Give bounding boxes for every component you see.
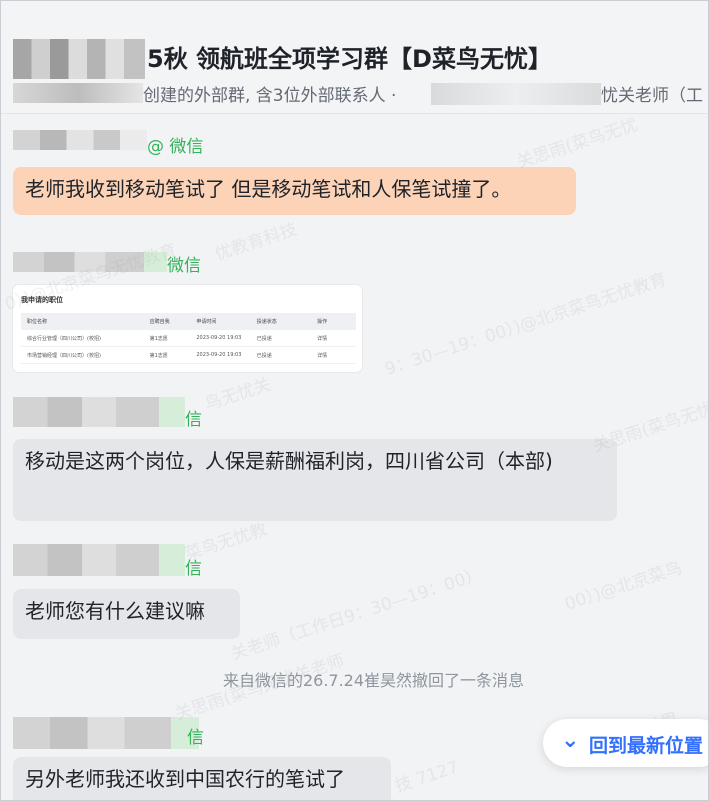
double-chevron-down-icon: ⌄ bbox=[561, 728, 580, 753]
column-header: 申请时间 bbox=[196, 318, 217, 325]
table-cell: 第1志愿 bbox=[149, 352, 168, 359]
sender-name-blurred bbox=[13, 252, 167, 272]
table-cell: 综合行业管理（四川公司）(校招) bbox=[27, 335, 101, 342]
chat-window: 5秋 领航班全项学习群【D菜鸟无忧】 创建的外部群, 含3位外部联系人 · 忧关… bbox=[0, 0, 709, 801]
table-cell: 市场营销经理（四川公司）(校招) bbox=[27, 352, 101, 359]
table-row: 综合行业管理（四川公司）(校招) 第1志愿 2023-09-20 19:03 已… bbox=[21, 330, 356, 347]
message-bubble[interactable]: 移动是这两个岗位，人保是薪酬福利岗，四川省公司（本部) bbox=[13, 439, 617, 521]
column-header: 应聘自我 bbox=[149, 318, 170, 325]
column-header: 操作 bbox=[317, 318, 328, 325]
application-table: 职位名称 应聘自我 申请时间 投递状态 操作 综合行业管理（四川公司）(校招) … bbox=[21, 313, 356, 364]
message-bubble[interactable]: 老师我收到移动笔试了 但是移动笔试和人保笔试撞了。 bbox=[13, 167, 576, 215]
column-header: 投递状态 bbox=[256, 318, 277, 325]
watermark-text: 技 7127 bbox=[392, 757, 462, 797]
message-bubble[interactable]: 另外老师我还收到中国农行的笔试了 bbox=[13, 757, 391, 800]
table-cell: 已投递 bbox=[256, 335, 272, 342]
sender-name-blurred bbox=[13, 544, 185, 576]
back-to-latest-button[interactable]: ⌄ 回到最新位置 bbox=[543, 719, 708, 767]
table-cell: 第1志愿 bbox=[149, 335, 168, 342]
recall-notice: 来自微信的26.7.24崔昊然撤回了一条消息 bbox=[222, 671, 525, 690]
column-header: 职位名称 bbox=[27, 318, 48, 325]
watermark-text: 优教育科技 bbox=[212, 219, 300, 265]
watermark-text: 鸟无忧关 bbox=[202, 374, 274, 415]
sender-name-blurred bbox=[13, 130, 147, 150]
sender-source-tag: 信 bbox=[185, 559, 202, 579]
table-cell: 2023-09-20 19:03 bbox=[196, 335, 242, 341]
chat-header: 5秋 领航班全项学习群【D菜鸟无忧】 创建的外部群, 含3位外部联系人 · 忧关… bbox=[1, 1, 708, 114]
sender-name-blurred bbox=[13, 397, 185, 427]
sender-source-tag: 信 bbox=[185, 410, 202, 430]
table-cell: 详情 bbox=[317, 335, 328, 342]
sender-name-blurred bbox=[13, 717, 199, 749]
table-cell: 详情 bbox=[317, 352, 328, 359]
group-title[interactable]: 5秋 领航班全项学习群【D菜鸟无忧】 bbox=[147, 39, 552, 74]
card-title: 我申请的职位 bbox=[21, 296, 63, 304]
table-cell: 2023-09-20 19:03 bbox=[196, 352, 242, 358]
back-to-latest-label: 回到最新位置 bbox=[589, 735, 704, 757]
table-header-row: 职位名称 应聘自我 申请时间 投递状态 操作 bbox=[21, 313, 356, 330]
group-avatar-blurred bbox=[13, 39, 145, 79]
watermark-text: 9：30—19：00）)@北京菜鸟无忧教育 bbox=[382, 269, 670, 380]
sender-source-tag: 信 bbox=[187, 728, 204, 748]
message-bubble[interactable]: 老师您有什么建议嘛 bbox=[13, 589, 240, 639]
image-message-card[interactable]: 我申请的职位 职位名称 应聘自我 申请时间 投递状态 操作 综合行业管理（四川公… bbox=[13, 285, 362, 372]
table-cell: 已投递 bbox=[256, 352, 272, 359]
watermark-text: 关思雨(菜鸟无忧 bbox=[514, 114, 641, 173]
table-row: 市场营销经理（四川公司）(校招) 第1志愿 2023-09-20 19:03 已… bbox=[21, 347, 356, 364]
creator-name-blurred bbox=[13, 83, 143, 103]
watermark-text: 00）)@北京菜鸟 bbox=[562, 558, 685, 615]
sender-source-tag: 微信 bbox=[167, 256, 201, 276]
group-subtitle-tail: 忧关老师（工 bbox=[601, 86, 703, 106]
sender-source-tag: @ 微信 bbox=[147, 137, 204, 157]
watermark-text: 关老师（工作日9：30—19：00） bbox=[228, 564, 485, 665]
member-list-blurred bbox=[431, 83, 601, 105]
group-subtitle: 创建的外部群, 含3位外部联系人 · bbox=[143, 86, 397, 106]
